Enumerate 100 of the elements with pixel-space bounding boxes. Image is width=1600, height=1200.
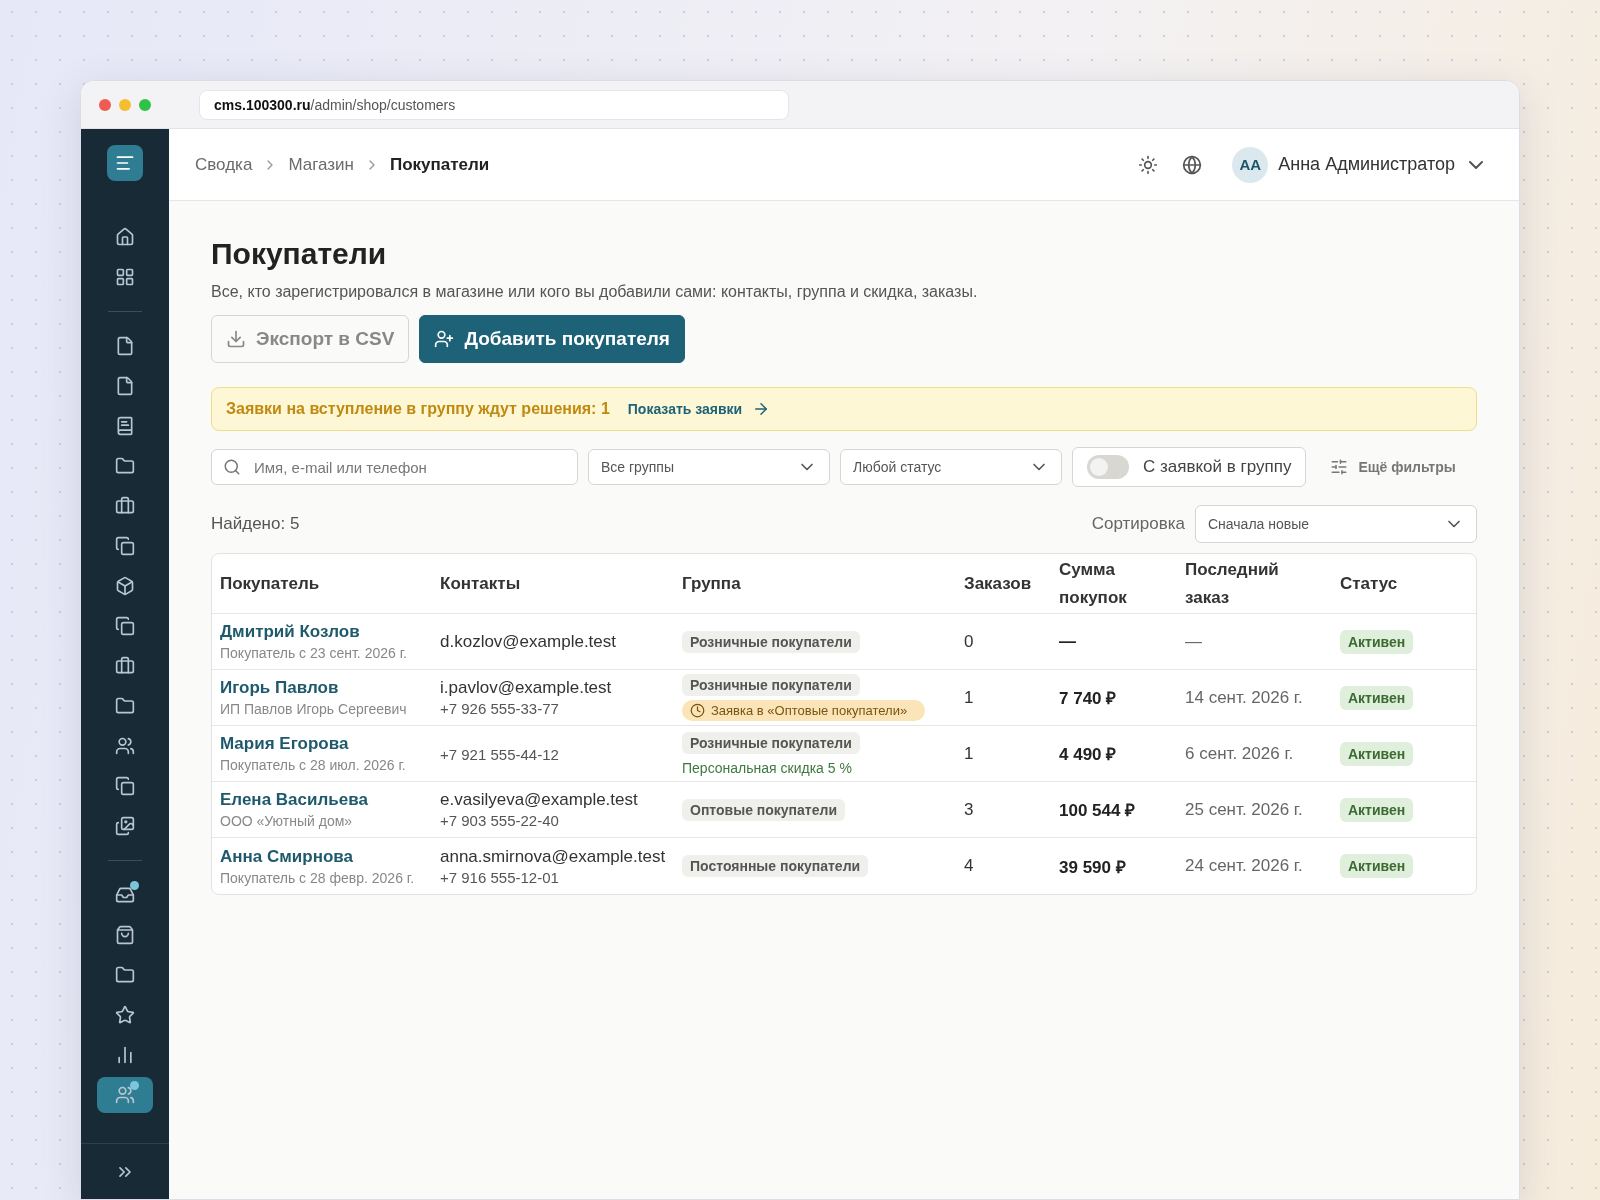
- search-field[interactable]: Имя, e-mail или телефон: [211, 449, 578, 485]
- star-icon: [115, 1005, 135, 1025]
- home-icon: [115, 227, 135, 247]
- found-count: Найдено: 5: [211, 514, 300, 534]
- breadcrumb-link[interactable]: Сводка: [195, 154, 253, 175]
- status-badge: Активен: [1340, 685, 1414, 710]
- add-customer-button[interactable]: Добавить покупателя: [419, 315, 685, 363]
- customer-name-link[interactable]: Дмитрий Козлов: [220, 622, 424, 642]
- more-filters-button[interactable]: Ещё фильтры: [1324, 457, 1462, 477]
- group-tag: Розничные покупатели: [682, 674, 860, 696]
- inbox-icon: [115, 885, 135, 905]
- request-toggle[interactable]: С заявкой в группу: [1072, 447, 1307, 487]
- discount-text: Персональная скидка 5 %: [682, 759, 852, 776]
- minimize-dot[interactable]: [119, 98, 131, 111]
- customer-subtitle: Покупатель с 28 июл. 2026 г.: [220, 757, 407, 773]
- search-icon: [223, 458, 241, 476]
- close-dot[interactable]: [99, 98, 111, 111]
- last-order-date: 6 сент. 2026 г.: [1185, 743, 1294, 763]
- users-icon: [115, 1085, 135, 1105]
- purchase-total: 100 544 ₽: [1059, 801, 1136, 820]
- cube-icon: [115, 576, 135, 596]
- customer-subtitle: Покупатель с 28 февр. 2026 г.: [220, 869, 416, 886]
- folder-icon: [115, 696, 135, 716]
- email-text: e.vasilyeva@example.test: [440, 790, 639, 810]
- folder-icon: [115, 965, 135, 985]
- status-badge: Активен: [1340, 854, 1414, 878]
- customer-subtitle: ООО «Уютный дом»: [220, 813, 354, 829]
- breadcrumb-link[interactable]: Магазин: [288, 154, 354, 175]
- orders-count: 3: [964, 799, 974, 819]
- customer-name-link[interactable]: Мария Егорова: [220, 734, 424, 754]
- download-icon: [226, 329, 246, 349]
- orders-count: 1: [964, 687, 974, 707]
- bar-chart-icon: [115, 1045, 135, 1065]
- book-icon: [115, 416, 135, 436]
- status-select[interactable]: Любой статус: [840, 449, 1062, 485]
- phone-text: +7 926 555-33-77: [440, 700, 560, 717]
- status-badge: Активен: [1340, 629, 1414, 654]
- status-badge: Активен: [1340, 797, 1414, 822]
- last-order-date: —: [1185, 631, 1202, 651]
- column-header: Статус: [1332, 554, 1476, 614]
- column-header: Контакты: [432, 554, 674, 614]
- copy-icon: [115, 776, 135, 796]
- images-icon: [115, 816, 135, 836]
- theme-button[interactable]: [1138, 154, 1159, 175]
- logo-icon[interactable]: [107, 145, 143, 181]
- user-avatar[interactable]: АА: [1232, 146, 1269, 183]
- last-order-date: 24 сент. 2026 г.: [1185, 856, 1303, 875]
- sort-select[interactable]: Сначала новые: [1195, 505, 1477, 543]
- maximize-dot[interactable]: [139, 98, 151, 111]
- customer-subtitle: ИП Павлов Игорь Сергеевич: [220, 701, 408, 717]
- copy-icon: [115, 536, 135, 556]
- customer-name-link[interactable]: Игорь Павлов: [220, 678, 424, 698]
- column-header: Заказов: [956, 554, 1051, 614]
- users-icon: [115, 736, 135, 756]
- status-badge: Активен: [1340, 741, 1414, 766]
- user-plus-icon: [434, 329, 455, 349]
- email-text: d.kozlov@example.test: [440, 631, 617, 652]
- group-tag: Оптовые покупатели: [682, 798, 845, 821]
- column-header: Группа: [674, 554, 956, 614]
- purchase-total: 39 590 ₽: [1059, 857, 1126, 877]
- sidebar-item[interactable]: [97, 1077, 153, 1113]
- group-tag: Розничные покупатели: [682, 731, 860, 754]
- orders-count: 0: [964, 631, 974, 651]
- customer-name-link[interactable]: Анна Смирнова: [220, 846, 424, 867]
- email-text: anna.smirnova@example.test: [440, 846, 666, 867]
- chevron-down-icon[interactable]: [1469, 160, 1483, 169]
- purchase-total: 7 740 ₽: [1059, 689, 1117, 708]
- purchase-total: —: [1059, 631, 1076, 651]
- sun-icon: [1138, 154, 1159, 175]
- briefcase-icon: [115, 496, 135, 516]
- last-order-date: 25 сент. 2026 г.: [1185, 799, 1303, 819]
- phone-text: +7 916 555-12-01: [440, 868, 560, 886]
- request-text: Заявка в «Оптовые покупатели»: [711, 703, 908, 718]
- customer-name-link[interactable]: Елена Васильева: [220, 790, 424, 810]
- group-select[interactable]: Все группы: [588, 449, 830, 485]
- document-icon: [115, 336, 135, 356]
- clock-icon: [690, 703, 705, 718]
- group-tag: Постоянные покупатели: [682, 855, 869, 877]
- column-header: Сумма покупок: [1051, 554, 1177, 614]
- address-bar[interactable]: cms.100300.ru/admin/shop/customers: [199, 89, 789, 120]
- shopping-bag-icon: [115, 925, 135, 945]
- breadcrumb-link[interactable]: Покупатели: [389, 154, 490, 175]
- phone-text: +7 903 555-22-40: [440, 812, 560, 829]
- language-button[interactable]: [1182, 154, 1203, 175]
- folder-icon: [115, 456, 135, 476]
- last-order-date: 14 сент. 2026 г.: [1185, 687, 1303, 707]
- toggle-switch[interactable]: [1087, 455, 1129, 479]
- page-description: Все, кто зарегистрировался в магазине или кого вы добавили сами: контакты, группа и скидка, заказы.: [211, 283, 979, 301]
- notice-text: Заявки на вступление в группу ждут решения: 1: [226, 400, 610, 418]
- purchase-total: 4 490 ₽: [1059, 745, 1117, 764]
- user-name[interactable]: Анна Администратор: [1278, 154, 1455, 175]
- globe-icon: [1182, 154, 1203, 175]
- column-header: Покупатель: [212, 554, 432, 614]
- customer-subtitle: Покупатель с 23 сент. 2026 г.: [220, 645, 408, 661]
- orders-count: 1: [964, 743, 974, 763]
- sliders-icon: [1330, 458, 1349, 476]
- lines-icon: [115, 153, 135, 173]
- show-requests-link[interactable]: Показать заявки: [627, 400, 771, 418]
- document-icon: [115, 376, 135, 396]
- grid-icon: [115, 267, 135, 287]
